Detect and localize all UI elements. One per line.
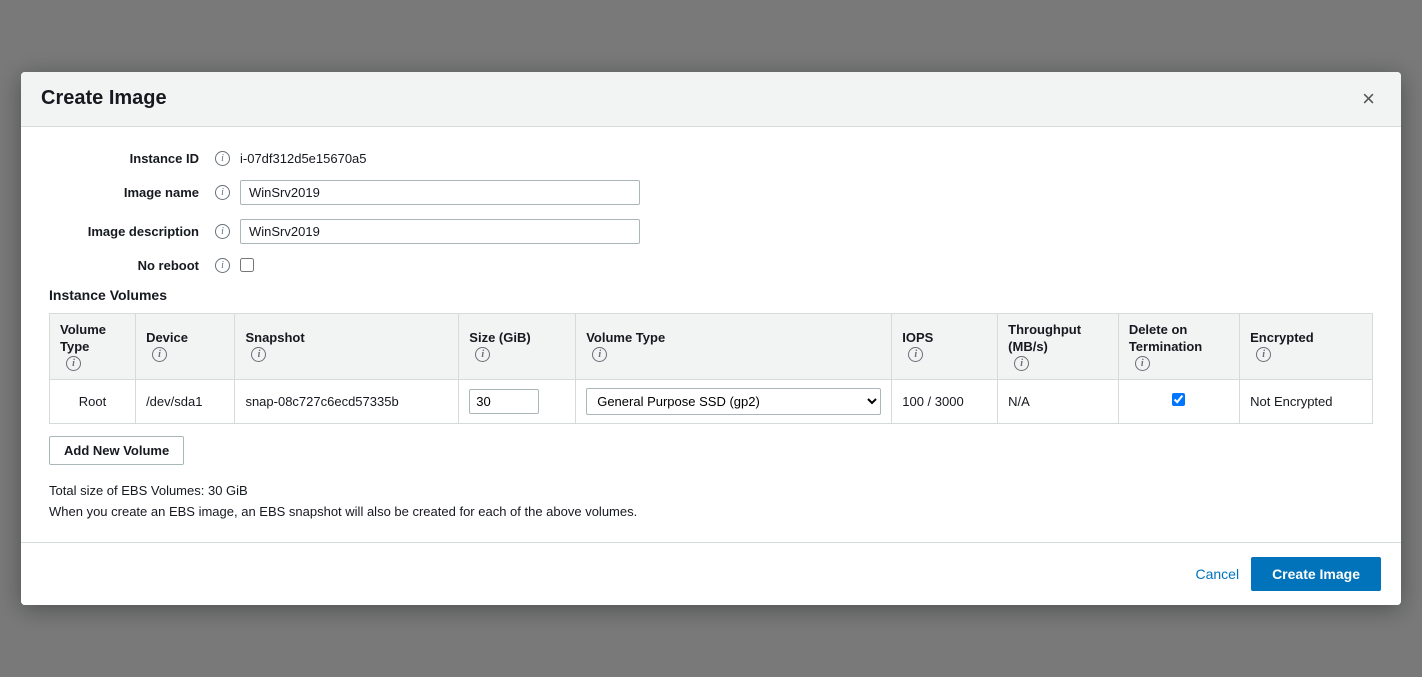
no-reboot-label: No reboot <box>49 258 209 273</box>
image-description-input[interactable] <box>240 219 640 244</box>
th-delete-on-termination: Delete on Termination i <box>1118 313 1239 379</box>
instance-volumes-section-title: Instance Volumes <box>49 287 1373 303</box>
th-throughput: Throughput (MB/s) i <box>998 313 1119 379</box>
th-encrypted: Encrypted i <box>1240 313 1373 379</box>
th-volume-type-icon: i <box>66 356 81 371</box>
size-input[interactable] <box>469 389 539 414</box>
th-device-icon: i <box>152 347 167 362</box>
th-device: Device i <box>136 313 235 379</box>
create-image-button[interactable]: Create Image <box>1251 557 1381 591</box>
modal-header: Create Image × <box>21 72 1401 127</box>
th-iops-icon: i <box>908 347 923 362</box>
instance-id-value: i-07df312d5e15670a5 <box>240 151 367 166</box>
row-volume-type: Root <box>50 379 136 423</box>
image-description-row: Image description i <box>49 219 1373 244</box>
no-reboot-info-icon: i <box>215 258 230 273</box>
image-description-info-icon: i <box>215 224 230 239</box>
modal-footer: Cancel Create Image <box>21 542 1401 605</box>
image-name-row: Image name i <box>49 180 1373 205</box>
th-volume-type-col: Volume Type i <box>576 313 892 379</box>
add-volume-label: Add New Volume <box>64 443 169 458</box>
modal-overlay: Create Image × Instance ID i i-07df312d5… <box>0 0 1422 677</box>
row-size <box>459 379 576 423</box>
row-delete-on-termination <box>1118 379 1239 423</box>
instance-id-info-icon: i <box>215 151 230 166</box>
add-volume-button[interactable]: Add New Volume <box>49 436 184 465</box>
create-image-modal: Create Image × Instance ID i i-07df312d5… <box>21 72 1401 606</box>
modal-body: Instance ID i i-07df312d5e15670a5 Image … <box>21 127 1401 543</box>
row-snapshot: snap-08c727c6ecd57335b <box>235 379 459 423</box>
no-reboot-checkbox[interactable] <box>240 258 254 272</box>
volumes-table-body: Root /dev/sda1 snap-08c727c6ecd57335b Ge… <box>50 379 1373 423</box>
volumes-table-header: Volume Type i Device i <box>50 313 1373 379</box>
modal-title: Create Image <box>41 87 167 110</box>
footer-line1: Total size of EBS Volumes: 30 GiB <box>49 481 1373 502</box>
instance-id-label: Instance ID <box>49 151 209 166</box>
delete-on-termination-checkbox[interactable] <box>1172 393 1185 406</box>
th-volume-type: Volume Type i <box>50 313 136 379</box>
th-size-icon: i <box>475 347 490 362</box>
row-encrypted: Not Encrypted <box>1240 379 1373 423</box>
volumes-table-header-row: Volume Type i Device i <box>50 313 1373 379</box>
row-iops: 100 / 3000 <box>892 379 998 423</box>
th-snapshot: Snapshot i <box>235 313 459 379</box>
th-volume-type-col-icon: i <box>592 347 607 362</box>
volumes-table: Volume Type i Device i <box>49 313 1373 424</box>
image-name-input[interactable] <box>240 180 640 205</box>
row-throughput: N/A <box>998 379 1119 423</box>
no-reboot-row: No reboot i <box>49 258 1373 273</box>
th-delete-icon: i <box>1135 356 1150 371</box>
volume-type-select[interactable]: General Purpose SSD (gp2) General Purpos… <box>586 388 881 415</box>
th-size: Size (GiB) i <box>459 313 576 379</box>
row-device: /dev/sda1 <box>136 379 235 423</box>
image-name-label: Image name <box>49 185 209 200</box>
th-snapshot-icon: i <box>251 347 266 362</box>
th-throughput-icon: i <box>1014 356 1029 371</box>
close-button[interactable]: × <box>1356 86 1381 112</box>
footer-info: Total size of EBS Volumes: 30 GiB When y… <box>49 481 1373 523</box>
footer-line2: When you create an EBS image, an EBS sna… <box>49 502 1373 523</box>
image-description-label: Image description <box>49 224 209 239</box>
th-iops: IOPS i <box>892 313 998 379</box>
row-volume-type-select-cell: General Purpose SSD (gp2) General Purpos… <box>576 379 892 423</box>
cancel-button[interactable]: Cancel <box>1195 566 1239 582</box>
instance-id-row: Instance ID i i-07df312d5e15670a5 <box>49 151 1373 166</box>
table-row: Root /dev/sda1 snap-08c727c6ecd57335b Ge… <box>50 379 1373 423</box>
image-name-info-icon: i <box>215 185 230 200</box>
th-encrypted-icon: i <box>1256 347 1271 362</box>
